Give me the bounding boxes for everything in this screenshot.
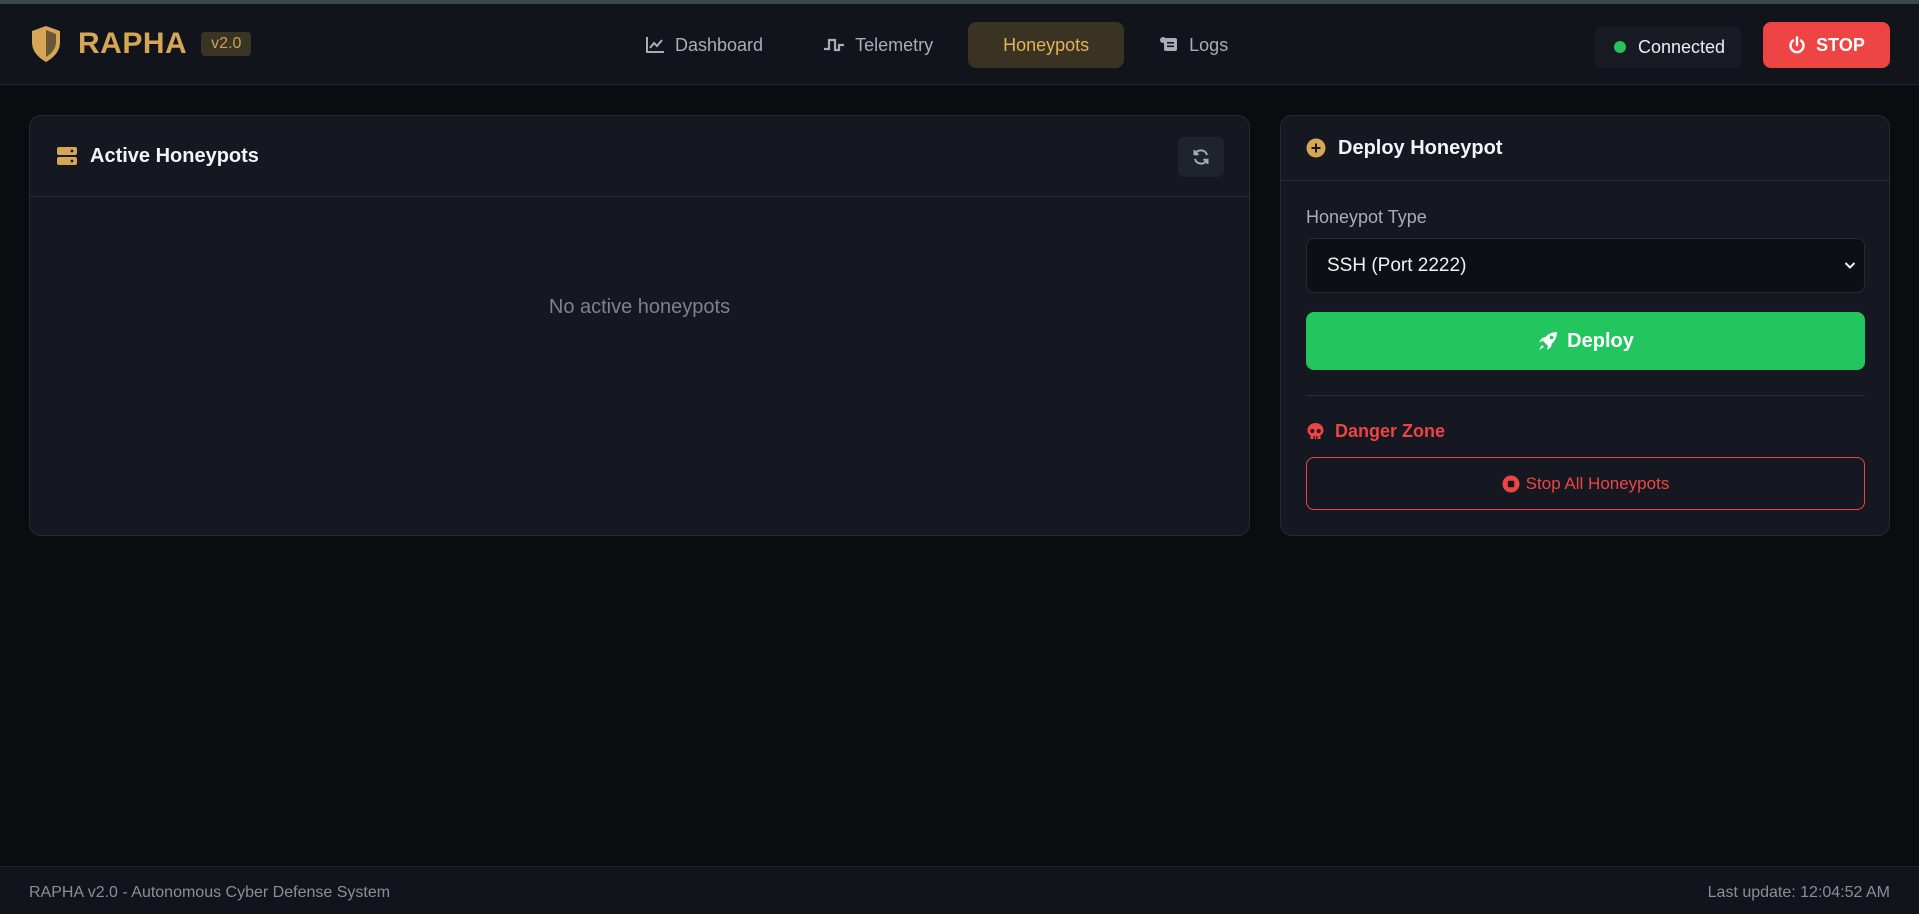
nav-logs[interactable]: Logs — [1134, 22, 1253, 68]
plus-circle-icon — [1306, 138, 1326, 158]
rocket-icon — [1539, 332, 1558, 350]
status-dot-icon — [1614, 41, 1626, 53]
stop-circle-icon — [1502, 475, 1520, 492]
pulse-icon — [824, 38, 845, 52]
status-label: Connected — [1638, 36, 1726, 57]
nav-honeypots[interactable]: Honeypots — [968, 22, 1125, 68]
active-honeypots-header: Active Honeypots — [30, 116, 1249, 197]
refresh-icon — [1193, 149, 1209, 165]
nav-logs-label: Logs — [1189, 34, 1229, 55]
main-nav: Dashboard Telemetry Honeypots Logs — [620, 22, 1263, 68]
active-honeypots-title: Active Honeypots — [90, 144, 259, 167]
deploy-honeypot-header: Deploy Honeypot — [1281, 116, 1889, 181]
deploy-honeypot-card: Deploy Honeypot Honeypot Type SSH (Port … — [1280, 115, 1890, 536]
honeypot-type-select[interactable]: SSH (Port 2222) — [1306, 238, 1865, 293]
deploy-honeypot-title: Deploy Honeypot — [1338, 136, 1503, 159]
deploy-button[interactable]: Deploy — [1306, 312, 1865, 370]
chevron-down-icon — [1844, 262, 1856, 269]
footer-last-update: Last update: 12:04:52 AM — [1707, 884, 1890, 901]
stop-button-label: STOP — [1816, 34, 1865, 55]
connection-status: Connected — [1594, 26, 1742, 68]
brand-name: RAPHA — [78, 27, 188, 60]
nav-telemetry-label: Telemetry — [855, 34, 934, 55]
skull-icon — [1307, 423, 1324, 439]
power-icon — [1789, 36, 1805, 54]
nav-dashboard-label: Dashboard — [675, 34, 764, 55]
nav-dashboard[interactable]: Dashboard — [620, 22, 788, 68]
honeypot-type-value: SSH (Port 2222) — [1327, 254, 1467, 276]
honeypot-type-label: Honeypot Type — [1306, 207, 1427, 227]
line-chart-icon — [646, 37, 664, 53]
empty-state-text: No active honeypots — [548, 296, 731, 318]
section-divider — [1306, 395, 1865, 396]
stop-all-label: Stop All Honeypots — [1525, 473, 1670, 493]
stop-all-honeypots-button[interactable]: Stop All Honeypots — [1306, 457, 1865, 510]
refresh-button[interactable] — [1178, 137, 1224, 177]
scroll-icon — [1160, 37, 1178, 51]
footer-app-info: RAPHA v2.0 - Autonomous Cyber Defense Sy… — [29, 884, 391, 901]
shield-icon — [30, 25, 64, 63]
brand[interactable]: RAPHA v2.0 — [30, 24, 252, 64]
stop-button[interactable]: STOP — [1763, 22, 1890, 68]
server-icon — [57, 147, 77, 165]
version-badge: v2.0 — [201, 32, 252, 56]
deploy-button-label: Deploy — [1567, 329, 1634, 352]
active-honeypots-card: Active Honeypots No active honeypots — [29, 115, 1250, 536]
danger-zone-label: Danger Zone — [1335, 421, 1446, 441]
app-footer: RAPHA v2.0 - Autonomous Cyber Defense Sy… — [0, 866, 1919, 914]
nav-telemetry[interactable]: Telemetry — [798, 22, 958, 68]
nav-honeypots-label: Honeypots — [1003, 34, 1090, 55]
danger-zone-title: Danger Zone — [1306, 421, 1445, 442]
app-header: RAPHA v2.0 Dashboard Telemetry Honeypots — [0, 4, 1919, 85]
